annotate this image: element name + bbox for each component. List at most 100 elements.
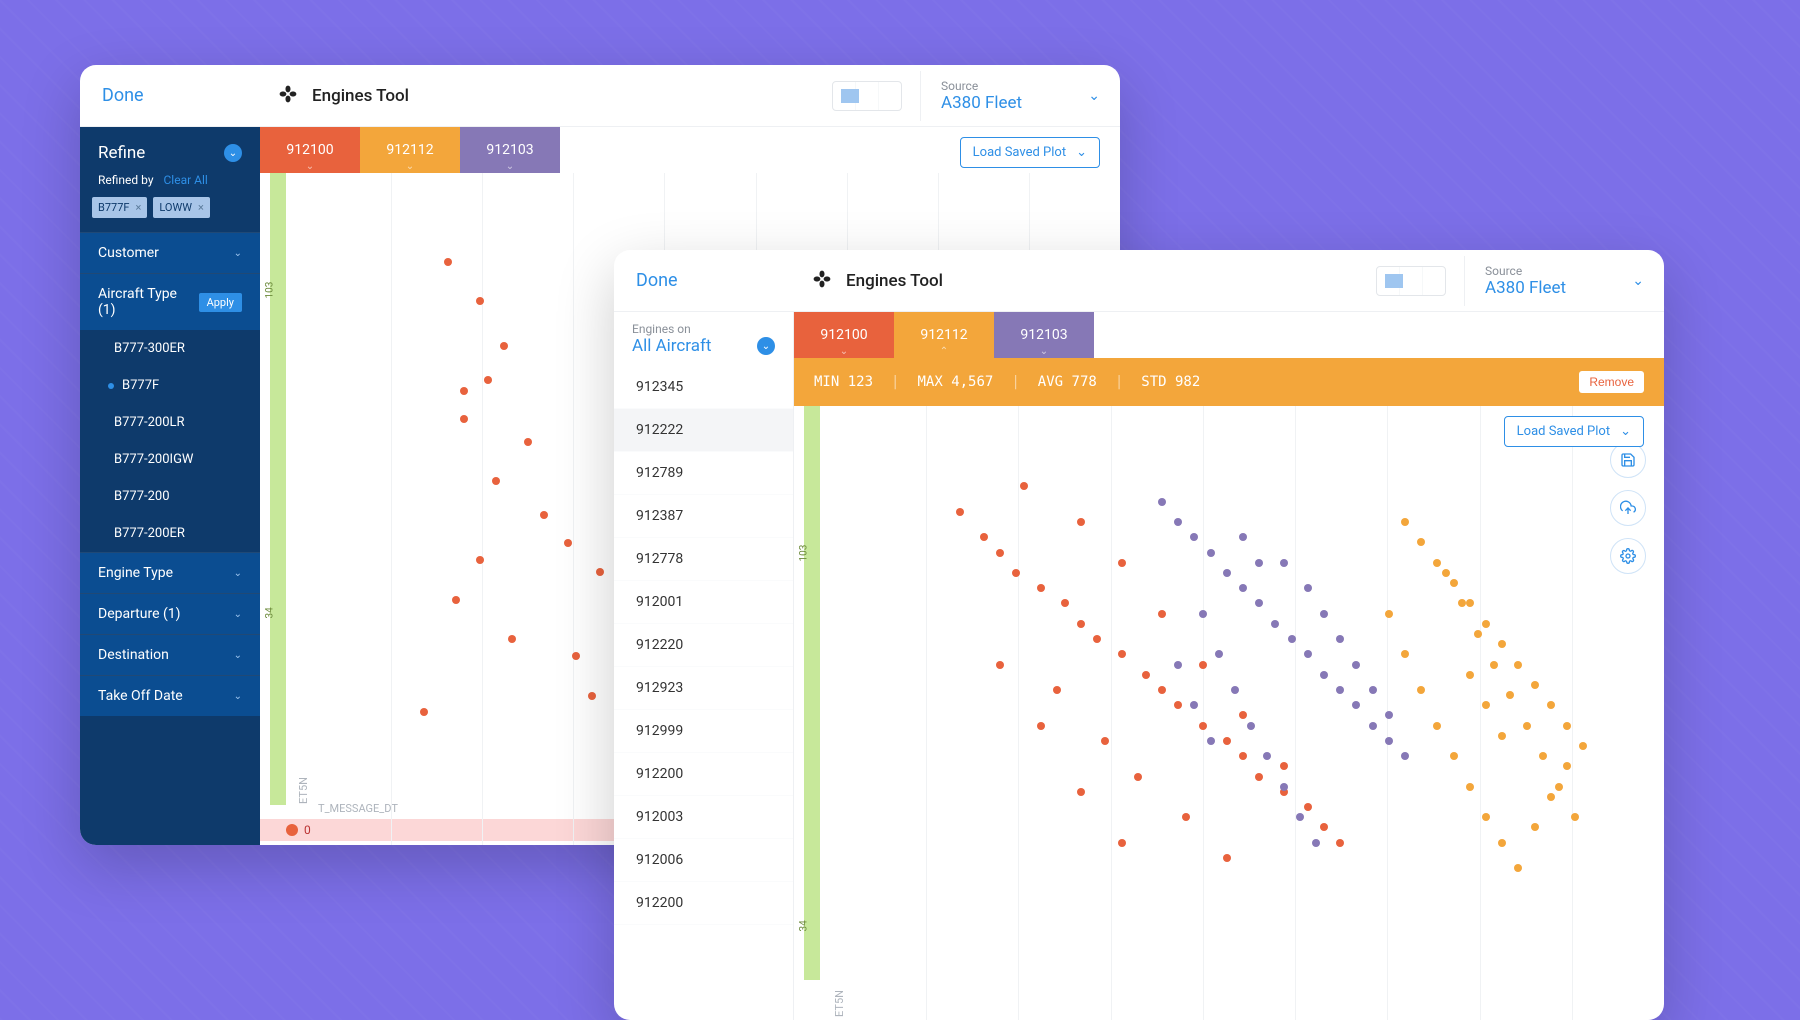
data-point[interactable] — [1263, 752, 1271, 760]
data-point[interactable] — [1336, 839, 1344, 847]
data-point[interactable] — [1037, 722, 1045, 730]
data-point[interactable] — [1247, 722, 1255, 730]
data-point[interactable] — [1450, 752, 1458, 760]
done-button[interactable]: Done — [80, 85, 260, 106]
data-point[interactable] — [596, 568, 604, 576]
aircraft-option[interactable]: B777-300ER — [80, 330, 260, 367]
data-point[interactable] — [1514, 864, 1522, 872]
data-point[interactable] — [452, 596, 460, 604]
data-point[interactable] — [460, 387, 468, 395]
tab-912100[interactable]: 912100 — [260, 127, 360, 173]
data-point[interactable] — [1101, 737, 1109, 745]
filter-customer[interactable]: Customer ⌄ — [80, 233, 260, 273]
engine-list-item[interactable]: 912006 — [614, 839, 793, 882]
mini-chart-thumb[interactable] — [1376, 266, 1446, 296]
filter-chip[interactable]: LOWW× — [153, 197, 210, 218]
filter-destination[interactable]: Destination⌄ — [80, 635, 260, 675]
data-point[interactable] — [1474, 630, 1482, 638]
aircraft-option[interactable]: B777-200ER — [80, 515, 260, 552]
data-point[interactable] — [1458, 599, 1466, 607]
apply-button[interactable]: Apply — [199, 293, 242, 312]
data-point[interactable] — [996, 661, 1004, 669]
tab-912100[interactable]: 912100 — [794, 312, 894, 358]
data-point[interactable] — [588, 692, 596, 700]
data-point[interactable] — [1547, 701, 1555, 709]
aircraft-option[interactable]: B777-200IGW — [80, 441, 260, 478]
data-point[interactable] — [1320, 610, 1328, 618]
engine-list-item[interactable]: 912222 — [614, 409, 793, 452]
clear-all-button[interactable]: Clear All — [164, 173, 208, 187]
data-point[interactable] — [1134, 773, 1142, 781]
data-point[interactable] — [500, 342, 508, 350]
engines-on-selector[interactable]: Engines on All Aircraft ⌄ — [614, 312, 793, 366]
data-point[interactable] — [1255, 773, 1263, 781]
data-point[interactable] — [1223, 737, 1231, 745]
load-saved-plot-button[interactable]: Load Saved Plot ⌄ — [1504, 416, 1644, 447]
data-point[interactable] — [484, 376, 492, 384]
engine-list-item[interactable]: 912999 — [614, 710, 793, 753]
data-point[interactable] — [1190, 701, 1198, 709]
data-point[interactable] — [1498, 839, 1506, 847]
data-point[interactable] — [1498, 732, 1506, 740]
data-point[interactable] — [444, 258, 452, 266]
data-point[interactable] — [1490, 661, 1498, 669]
data-point[interactable] — [1255, 559, 1263, 567]
data-point[interactable] — [492, 477, 500, 485]
engine-list-item[interactable]: 912778 — [614, 538, 793, 581]
filter-engine-type[interactable]: Engine Type⌄ — [80, 553, 260, 593]
data-point[interactable] — [1304, 803, 1312, 811]
data-point[interactable] — [1061, 599, 1069, 607]
data-point[interactable] — [1531, 681, 1539, 689]
data-point[interactable] — [1280, 783, 1288, 791]
data-point[interactable] — [1093, 635, 1101, 643]
data-point[interactable] — [1053, 686, 1061, 694]
data-point[interactable] — [1223, 569, 1231, 577]
data-point[interactable] — [540, 511, 548, 519]
data-point[interactable] — [508, 635, 516, 643]
data-point[interactable] — [1280, 559, 1288, 567]
scatter-chart[interactable]: 103 34 ET5N — [794, 406, 1664, 1020]
data-point[interactable] — [1320, 671, 1328, 679]
data-point[interactable] — [1174, 518, 1182, 526]
data-point[interactable] — [1077, 518, 1085, 526]
aircraft-option[interactable]: B777F — [80, 367, 260, 404]
data-point[interactable] — [1199, 661, 1207, 669]
data-point[interactable] — [1539, 752, 1547, 760]
data-point[interactable] — [1514, 661, 1522, 669]
data-point[interactable] — [572, 652, 580, 660]
data-point[interactable] — [1320, 823, 1328, 831]
filter-takeoff-date[interactable]: Take Off Date⌄ — [80, 676, 260, 716]
data-point[interactable] — [1385, 711, 1393, 719]
data-point[interactable] — [564, 539, 572, 547]
engine-list-item[interactable]: 912200 — [614, 882, 793, 925]
data-point[interactable] — [1304, 584, 1312, 592]
data-point[interactable] — [1482, 813, 1490, 821]
data-point[interactable] — [1271, 620, 1279, 628]
data-point[interactable] — [1523, 722, 1531, 730]
data-point[interactable] — [460, 415, 468, 423]
aircraft-option[interactable]: B777-200LR — [80, 404, 260, 441]
data-point[interactable] — [524, 438, 532, 446]
data-point[interactable] — [1450, 579, 1458, 587]
chip-remove-icon[interactable]: × — [135, 201, 141, 214]
data-point[interactable] — [1369, 722, 1377, 730]
data-point[interactable] — [1239, 711, 1247, 719]
filter-departure[interactable]: Departure (1)⌄ — [80, 594, 260, 634]
data-point[interactable] — [1020, 482, 1028, 490]
data-point[interactable] — [1304, 650, 1312, 658]
data-point[interactable] — [1401, 752, 1409, 760]
engine-list-item[interactable]: 912345 — [614, 366, 793, 409]
tab-912103[interactable]: 912103 — [460, 127, 560, 173]
data-point[interactable] — [1369, 686, 1377, 694]
data-point[interactable] — [1385, 610, 1393, 618]
remove-button[interactable]: Remove — [1579, 371, 1644, 393]
data-point[interactable] — [1336, 635, 1344, 643]
source-selector[interactable]: Source A380 Fleet ⌄ — [1464, 256, 1664, 306]
data-point[interactable] — [1466, 599, 1474, 607]
engine-list-item[interactable]: 912003 — [614, 796, 793, 839]
data-point[interactable] — [1231, 686, 1239, 694]
data-point[interactable] — [1190, 533, 1198, 541]
data-point[interactable] — [1482, 701, 1490, 709]
data-point[interactable] — [1563, 722, 1571, 730]
data-point[interactable] — [1207, 549, 1215, 557]
